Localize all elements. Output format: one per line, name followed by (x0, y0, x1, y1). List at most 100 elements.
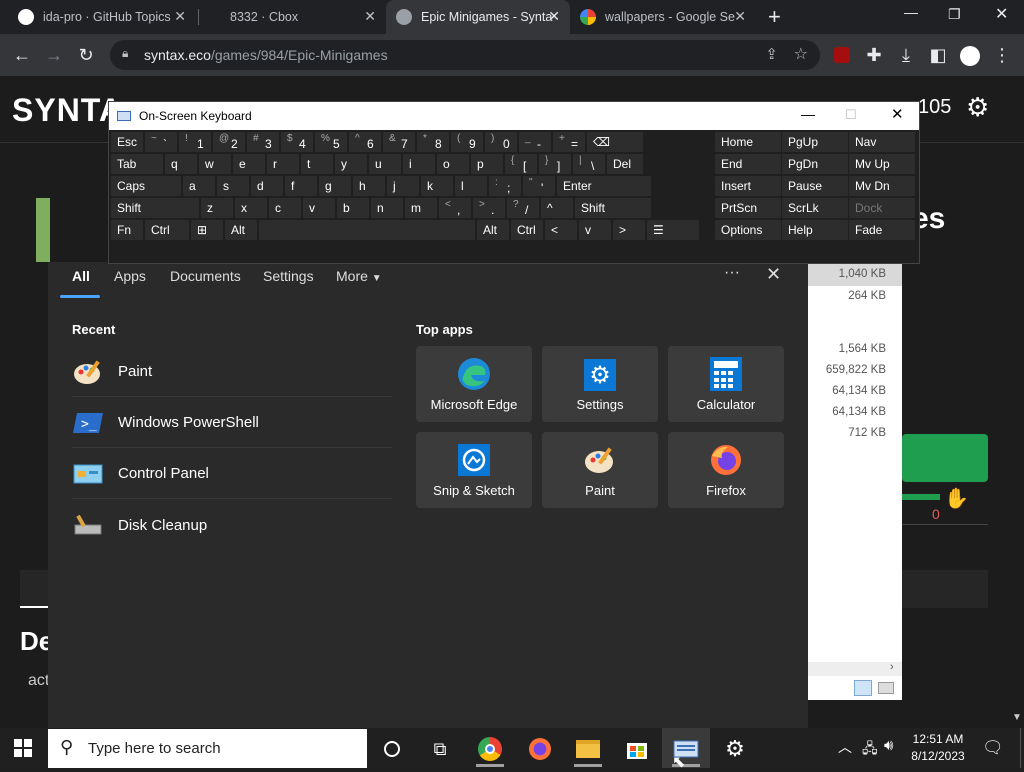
osk-key[interactable]: ~ ` (145, 132, 177, 152)
osk-key[interactable]: q (165, 154, 197, 174)
network-icon[interactable]: 🖧︎ (862, 738, 878, 762)
show-hidden-icons-chevron-icon[interactable]: ︿ (838, 737, 852, 757)
osk-nav-key[interactable]: Pause (782, 176, 848, 196)
restore-window-icon[interactable]: ❐ (948, 6, 961, 23)
osk-close-icon[interactable]: ✕ (891, 105, 904, 123)
osk-key[interactable]: $4 (281, 132, 313, 152)
top-app-calculator[interactable]: Calculator (668, 346, 784, 422)
tab-github[interactable]: ida-pro · GitHub Topics ✕ (8, 0, 196, 34)
osk-key[interactable]: u (369, 154, 401, 174)
start-tab-apps[interactable]: Apps (114, 268, 146, 284)
osk-key[interactable]: Ctrl (511, 220, 543, 240)
download-icon[interactable]: ⤓ (894, 44, 918, 66)
page-scroll-down-icon[interactable]: ▼ (1012, 712, 1022, 723)
site-logo[interactable]: SYNTA (12, 92, 123, 129)
osk-key[interactable]: ^ (541, 198, 573, 218)
osk-key[interactable]: f (285, 176, 317, 196)
osk-key[interactable]: | \ (573, 154, 605, 174)
osk-key[interactable]: ? / (507, 198, 539, 218)
osk-key[interactable]: i (403, 154, 435, 174)
settings-taskbar-icon[interactable]: ⚙ (717, 732, 753, 766)
more-options-icon[interactable]: ··· (724, 264, 740, 282)
osk-key[interactable]: }] (539, 154, 571, 174)
osk-key[interactable]: j (387, 176, 419, 196)
recent-item-control-panel[interactable]: Control Panel (72, 449, 392, 499)
osk-nav-key[interactable]: Mv Dn (849, 176, 915, 196)
osk-nav-key[interactable]: Fade (849, 220, 915, 240)
osk-key[interactable]: z (201, 198, 233, 218)
osk-key[interactable]: ! 1 (179, 132, 211, 152)
taskbar-search-box[interactable]: ⚲ Type here to search (48, 729, 367, 768)
osk-maximize-icon[interactable]: ☐ (845, 107, 857, 123)
tab-epic-minigames[interactable]: Epic Minigames - Synta ✕ (386, 0, 570, 34)
profile-avatar-icon[interactable] (960, 46, 980, 66)
osk-key[interactable]: ☰ (647, 220, 699, 240)
osk-key[interactable]: Fn (111, 220, 143, 240)
osk-nav-key[interactable]: Dock (849, 198, 915, 218)
osk-nav-key[interactable]: PgDn (782, 154, 848, 174)
osk-key[interactable]: Esc (111, 132, 143, 152)
osk-key[interactable]: Tab (111, 154, 163, 174)
close-tab-icon[interactable]: ✕ (364, 8, 376, 25)
details-view-icon[interactable] (854, 680, 872, 696)
osk-key[interactable]: v (303, 198, 335, 218)
osk-key[interactable]: c (269, 198, 301, 218)
large-icons-view-icon[interactable] (878, 682, 894, 694)
osk-key[interactable]: t (301, 154, 333, 174)
osk-key[interactable]: Alt (477, 220, 509, 240)
osk-key[interactable]: % 5 (315, 132, 347, 152)
share-icon[interactable]: ⇪ (765, 45, 778, 63)
osk-key[interactable]: ) 0 (485, 132, 517, 152)
system-clock[interactable]: 12:51 AM 8/12/2023 (900, 731, 976, 765)
reload-icon[interactable]: ↻ (74, 44, 98, 66)
osk-key[interactable]: Shift (575, 198, 651, 218)
osk-key[interactable]: Enter (557, 176, 651, 196)
address-bar[interactable]: 🔒︎ syntax.eco/games/984/Epic-Minigames ⇪… (110, 40, 820, 70)
osk-key[interactable]: p (471, 154, 503, 174)
osk-nav-key[interactable]: PrtScn (715, 198, 781, 218)
osk-key[interactable]: x (235, 198, 267, 218)
osk-key[interactable]: _ - (519, 132, 551, 152)
osk-key[interactable]: (9 (451, 132, 483, 152)
osk-key[interactable]: :; (489, 176, 521, 196)
osk-key[interactable]: ⌫ (587, 132, 643, 152)
osk-key[interactable]: o (437, 154, 469, 174)
ublock-extension-icon[interactable] (834, 47, 850, 63)
osk-key[interactable]: < (545, 220, 577, 240)
store-taskbar-icon[interactable] (619, 732, 655, 766)
start-tab-documents[interactable]: Documents (170, 268, 241, 284)
start-tab-settings[interactable]: Settings (263, 268, 314, 284)
osk-key[interactable]: >. (473, 198, 505, 218)
side-panel-icon[interactable]: ◧ (926, 44, 950, 66)
osk-key[interactable]: r (267, 154, 299, 174)
start-tab-more[interactable]: More ▼ (336, 268, 382, 284)
osk-key[interactable]: Ctrl (145, 220, 189, 240)
minimize-window-icon[interactable]: — (904, 4, 918, 20)
start-tab-all[interactable]: All (72, 268, 90, 284)
extensions-puzzle-icon[interactable]: ✚ (862, 44, 886, 66)
forward-arrow-icon[interactable]: → (42, 44, 66, 66)
osk-key[interactable]: e (233, 154, 265, 174)
recent-item-paint[interactable]: Paint (72, 347, 392, 397)
close-tab-icon[interactable]: ✕ (174, 8, 186, 25)
tab-wallpapers[interactable]: wallpapers - Google Se ✕ (570, 0, 756, 34)
top-app-settings[interactable]: ⚙ Settings (542, 346, 658, 422)
osk-key[interactable]: h (353, 176, 385, 196)
osk-key[interactable]: a (183, 176, 215, 196)
osk-key[interactable]: w (199, 154, 231, 174)
horizontal-scrollbar[interactable] (808, 662, 902, 676)
file-explorer-taskbar-icon[interactable] (570, 732, 606, 766)
osk-key[interactable]: l (455, 176, 487, 196)
task-view-icon[interactable]: ⧉ (422, 732, 458, 766)
osk-nav-key[interactable]: Home (715, 132, 781, 152)
osk-key[interactable] (259, 220, 475, 240)
osk-nav-key[interactable]: ScrLk (782, 198, 848, 218)
scroll-right-arrow-icon[interactable]: › (890, 661, 894, 673)
top-app-paint[interactable]: Paint (542, 432, 658, 508)
osk-nav-key[interactable]: End (715, 154, 781, 174)
firefox-taskbar-icon[interactable] (522, 732, 558, 766)
windows-start-icon[interactable] (14, 739, 32, 762)
osk-key[interactable]: m (405, 198, 437, 218)
recent-item-disk-cleanup[interactable]: Disk Cleanup (72, 500, 392, 550)
close-search-icon[interactable]: ✕ (766, 264, 781, 285)
